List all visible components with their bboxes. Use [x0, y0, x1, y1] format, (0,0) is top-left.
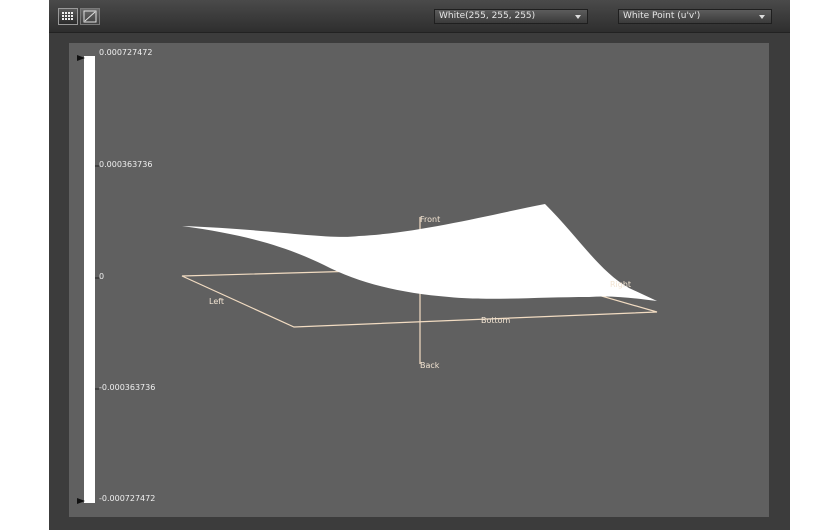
label-bottom: Bottom: [481, 316, 511, 325]
plot-panel: 0.000727472 0.000363736 0 -0.000363736 -…: [69, 43, 769, 517]
grid-icon: [62, 12, 73, 20]
measure-select-value: White Point (u'v'): [623, 11, 701, 21]
chevron-down-icon: [759, 15, 765, 19]
label-left: Left: [209, 297, 224, 306]
label-front: Front: [420, 215, 440, 224]
label-back: Back: [420, 361, 440, 370]
surface-plot[interactable]: Front Back Left Right Bottom: [69, 43, 769, 517]
app-window: White(255, 255, 255) White Point (u'v') …: [49, 0, 790, 530]
toolbar: White(255, 255, 255) White Point (u'v'): [49, 0, 790, 33]
chevron-down-icon: [575, 15, 581, 19]
color-select-value: White(255, 255, 255): [439, 11, 536, 21]
curve-icon: [83, 10, 97, 23]
measure-select[interactable]: White Point (u'v'): [618, 9, 772, 24]
label-right: Right: [610, 280, 631, 289]
color-select[interactable]: White(255, 255, 255): [434, 9, 588, 24]
grid-view-button[interactable]: [58, 8, 78, 25]
curve-view-button[interactable]: [80, 8, 100, 25]
